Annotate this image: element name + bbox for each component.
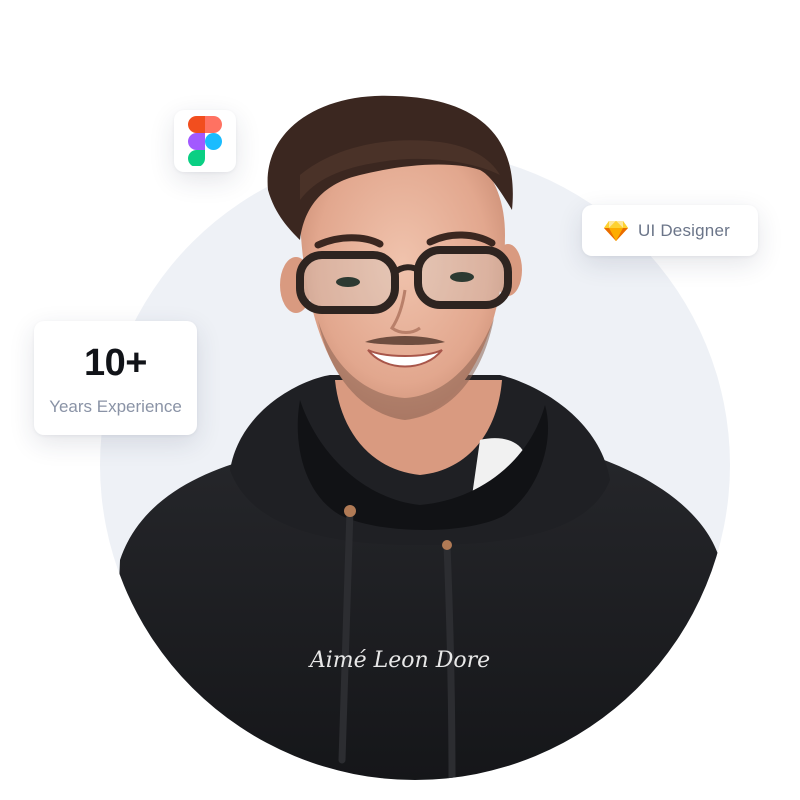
- profile-hero: Aimé Leon Dore UI Designer 10+ Years Exp…: [0, 0, 800, 800]
- sketch-diamond-icon: [604, 220, 628, 241]
- figma-badge: [174, 110, 236, 172]
- experience-card: 10+ Years Experience: [34, 321, 197, 435]
- experience-label: Years Experience: [49, 397, 182, 416]
- figma-logo-icon: [188, 116, 222, 166]
- role-label: UI Designer: [638, 220, 730, 240]
- role-badge: UI Designer: [582, 205, 758, 256]
- experience-value: 10+: [84, 342, 147, 384]
- hoodie-brand-text: Aimé Leon Dore: [308, 648, 490, 673]
